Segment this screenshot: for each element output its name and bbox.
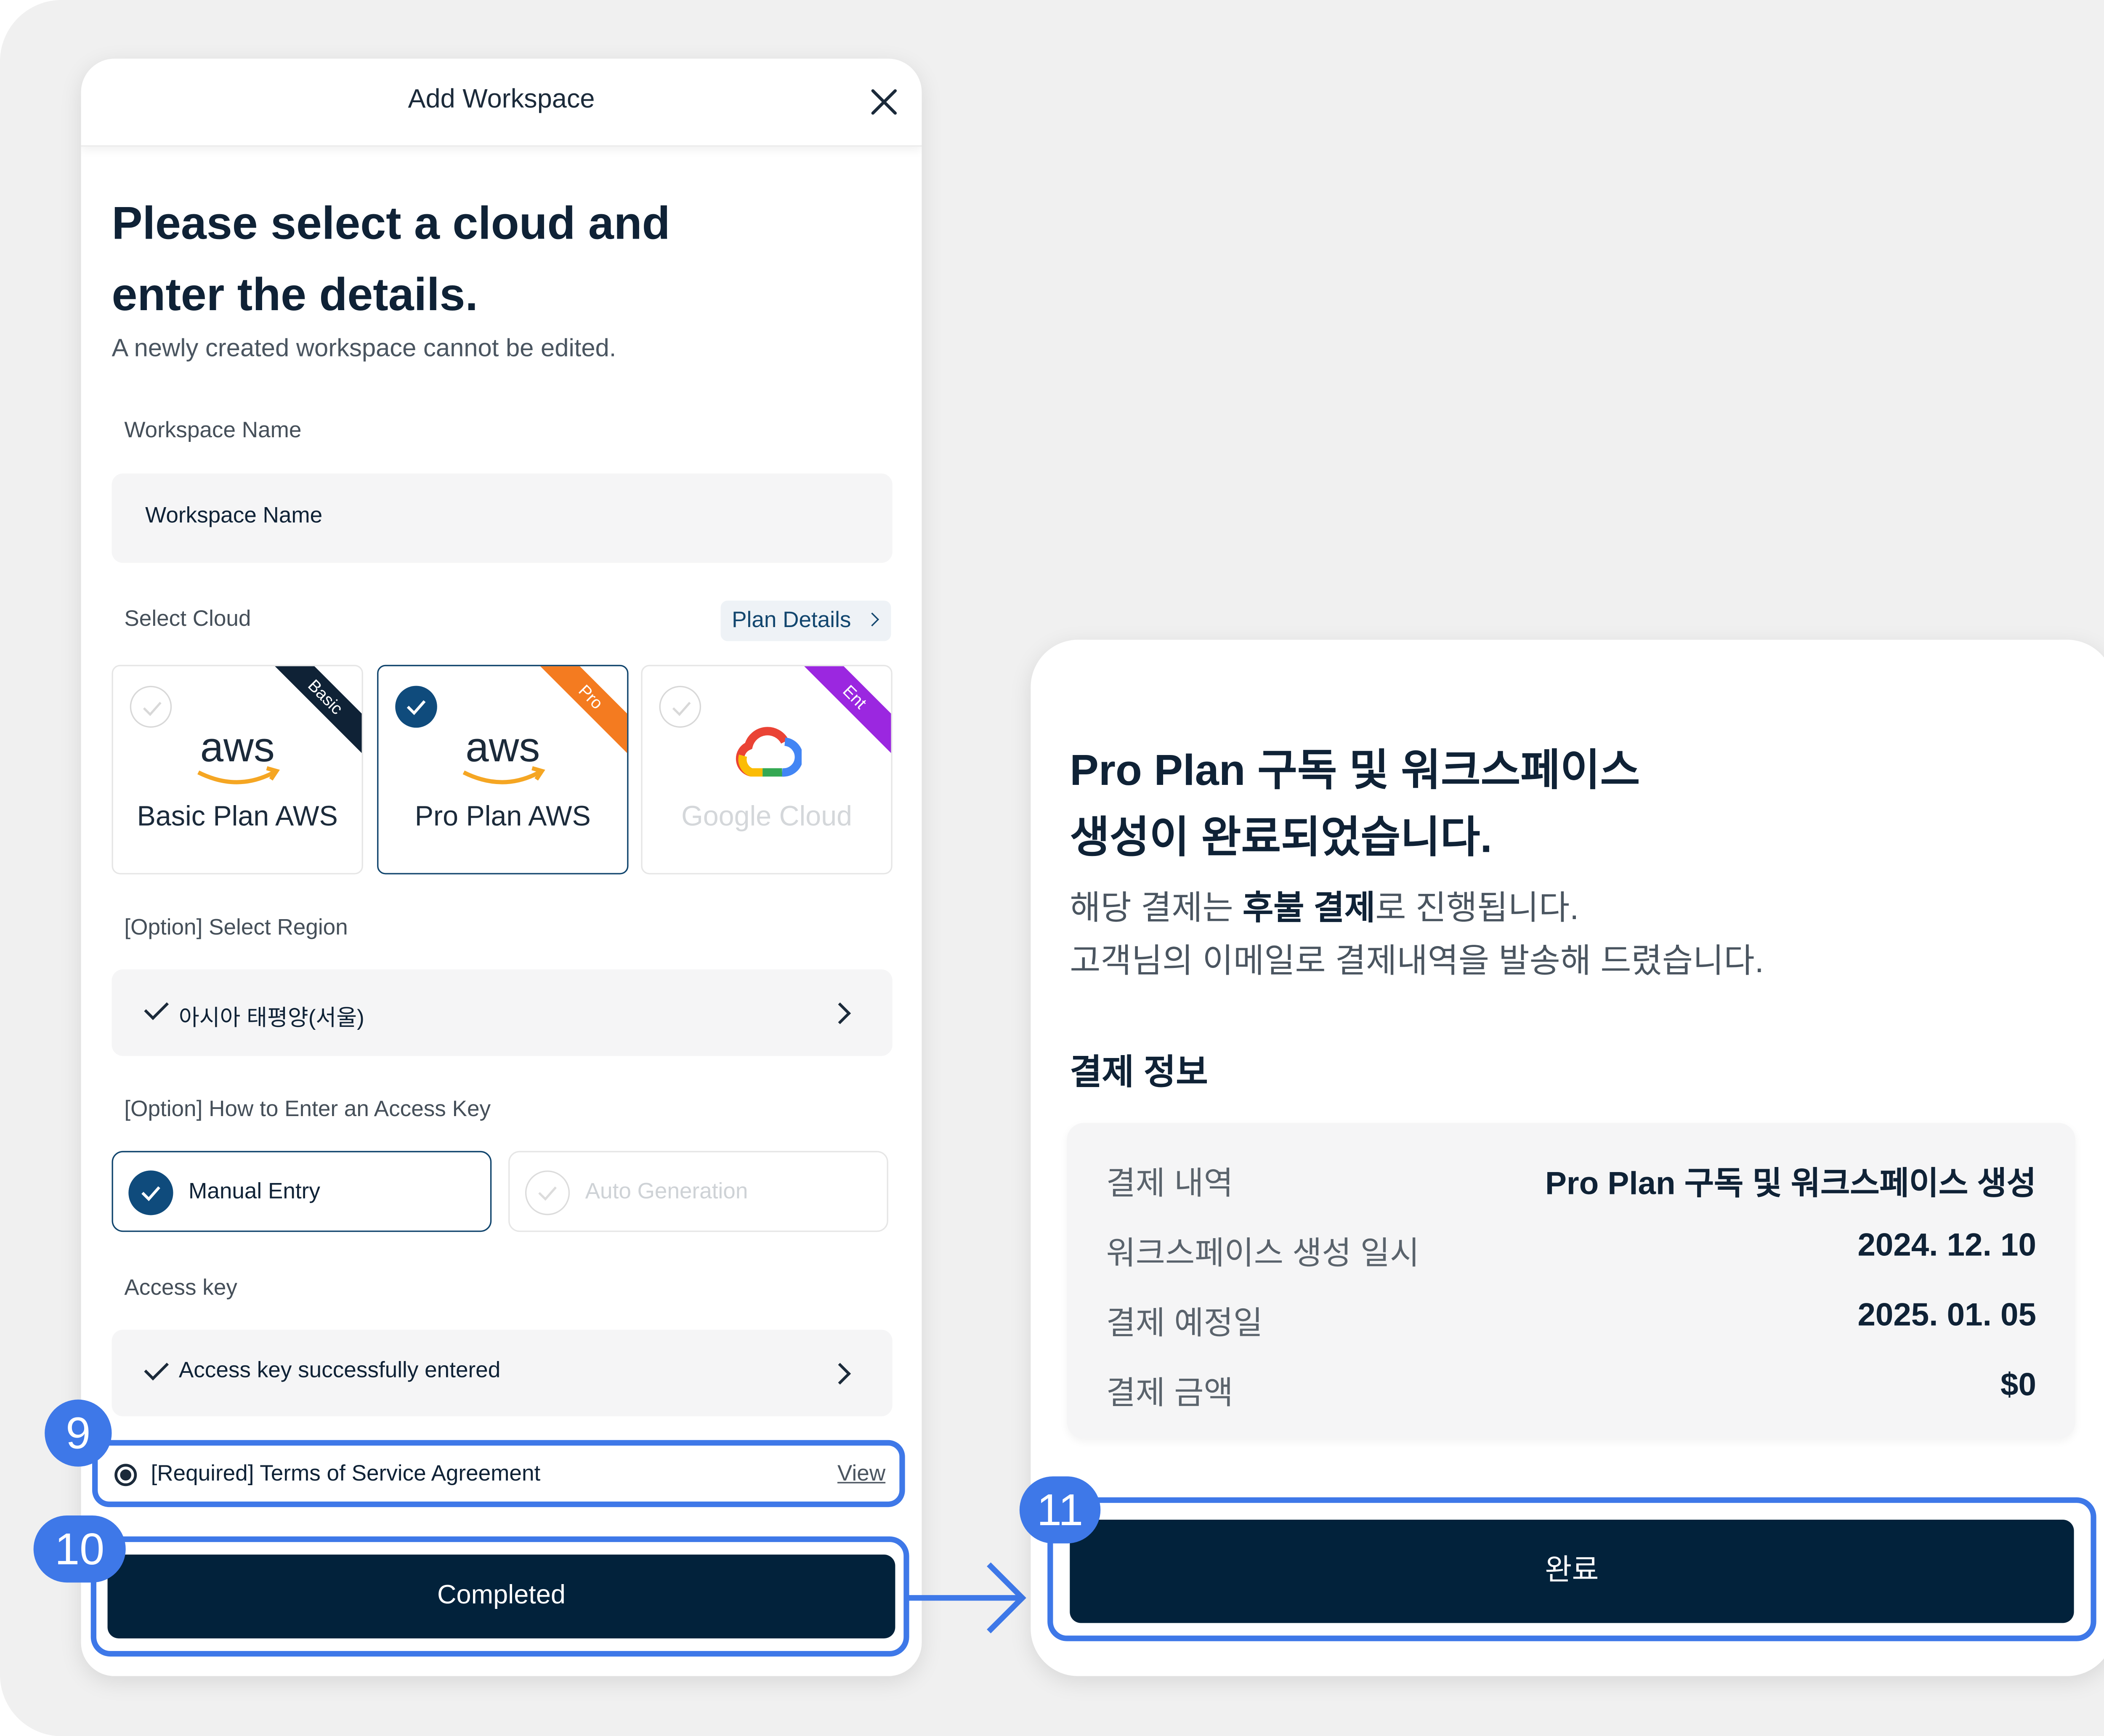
chevron-right-icon [865, 612, 879, 627]
chevron-right-icon [829, 1002, 851, 1024]
completion-title-line2: 생성이 완료되었습니다. [1070, 813, 1493, 862]
cloud-card-basic-aws[interactable]: Basic aws Basic Plan AWS [112, 665, 363, 875]
modal-header: Add Workspace [81, 58, 922, 147]
aws-logo-icon: aws [197, 724, 280, 784]
completion-title-line1: Pro Plan 구독 및 워크스페이스 [1070, 746, 1640, 795]
done-button[interactable]: 완료 [1070, 1519, 2074, 1623]
aws-logo-icon: aws [462, 724, 545, 784]
unchecked-icon [659, 686, 701, 728]
close-icon[interactable] [869, 87, 899, 117]
check-icon [144, 1356, 169, 1381]
cloud-name: Pro Plan AWS [414, 802, 591, 833]
region-value: 아시아 태평양(서울) [178, 1007, 364, 1031]
description-line2: 고객님의 이메일로 결제내역을 발송해 드렸습니다. [1070, 943, 1764, 981]
access-key-value: Access key successfully entered [178, 1359, 501, 1383]
info-label: 결제 금액 [1106, 1374, 1233, 1411]
completion-title: Pro Plan 구독 및 워크스페이스 생성이 완료되었습니다. [1070, 737, 1907, 872]
svg-text:aws: aws [200, 724, 275, 771]
check-icon [144, 995, 169, 1020]
info-value: 2024. 12. 10 [1857, 1226, 2036, 1263]
info-label: 결제 예정일 [1106, 1304, 1263, 1341]
ent-badge: Ent [795, 666, 891, 756]
select-cloud-label: Select Cloud [124, 607, 251, 632]
info-row: 결제 예정일 2025. 01. 05 [1106, 1296, 2036, 1341]
terms-text: [Required] Terms of Service Agreement [151, 1462, 541, 1486]
completed-button[interactable]: Completed [107, 1554, 895, 1639]
checked-icon [128, 1170, 173, 1215]
cloud-card-google-cloud[interactable]: Ent Google Cloud [641, 665, 893, 875]
auto-generation-label: Auto Generation [585, 1180, 748, 1204]
terms-agreement-row[interactable]: [Required] Terms of Service Agreement Vi… [92, 1440, 905, 1507]
chevron-right-icon [829, 1363, 851, 1385]
google-cloud-logo-icon [736, 727, 802, 777]
info-row: 결제 금액 $0 [1106, 1366, 2036, 1411]
plan-details-text: Plan Details [732, 609, 851, 633]
access-method-label: [Option] How to Enter an Access Key [124, 1098, 491, 1122]
info-row: 결제 내역 Pro Plan 구독 및 워크스페이스 생성 [1106, 1156, 2036, 1201]
checked-icon [395, 686, 437, 728]
manual-entry-label: Manual Entry [189, 1180, 320, 1204]
access-key-field[interactable]: Access key successfully entered [112, 1329, 893, 1417]
manual-entry-option[interactable]: Manual Entry [112, 1151, 492, 1232]
region-select[interactable]: 아시아 태평양(서울) [112, 969, 893, 1056]
region-label: [Option] Select Region [124, 916, 348, 940]
cloud-name: Google Cloud [681, 802, 853, 833]
step-badge-9: 9 [45, 1399, 112, 1467]
payment-info-title: 결제 정보 [1070, 1053, 1208, 1093]
plan-details-link[interactable]: Plan Details [720, 601, 891, 641]
deferred-payment-text: 후불 결제 [1242, 890, 1376, 928]
unchecked-icon [525, 1170, 570, 1215]
workspace-name-input[interactable]: Workspace Name [112, 473, 893, 563]
step-badge-10: 10 [33, 1515, 126, 1583]
add-workspace-modal: Add Workspace Please select a cloud and … [81, 58, 922, 1676]
description-line1: 해당 결제는 후불 결제로 진행됩니다. [1070, 890, 1579, 928]
info-label: 결제 내역 [1106, 1164, 1233, 1202]
modal-title: Add Workspace [408, 85, 595, 115]
info-value: $0 [2000, 1366, 2036, 1403]
completion-description: 해당 결제는 후불 결제로 진행됩니다. 고객님의 이메일로 결제내역을 발송해… [1070, 883, 1764, 989]
info-value: 2025. 01. 05 [1857, 1296, 2036, 1333]
arrow-right-icon [908, 1562, 1026, 1634]
info-value: Pro Plan 구독 및 워크스페이스 생성 [1545, 1164, 2036, 1202]
cloud-card-pro-aws[interactable]: Pro aws Pro Plan AWS [377, 665, 629, 875]
step-badge-11: 11 [1019, 1476, 1101, 1544]
workspace-name-value: Workspace Name [145, 504, 323, 528]
payment-info-box: 결제 내역 Pro Plan 구독 및 워크스페이스 생성 워크스페이스 생성 … [1067, 1123, 2075, 1439]
radio-selected-icon[interactable] [114, 1464, 137, 1486]
terms-view-link[interactable]: View [837, 1462, 885, 1488]
page-heading: Please select a cloud and enter the deta… [112, 197, 670, 320]
tutorial-canvas: Add Workspace Please select a cloud and … [0, 0, 2104, 1736]
svg-text:aws: aws [465, 724, 540, 771]
unchecked-icon [130, 686, 172, 728]
access-key-label: Access key [124, 1276, 237, 1300]
page-subtext: A newly created workspace cannot be edit… [112, 334, 616, 362]
auto-generation-option[interactable]: Auto Generation [508, 1151, 888, 1232]
cloud-name: Basic Plan AWS [137, 802, 338, 833]
workspace-name-label: Workspace Name [124, 419, 302, 443]
completion-panel: Pro Plan 구독 및 워크스페이스 생성이 완료되었습니다. 해당 결제는… [1031, 640, 2104, 1676]
info-row: 워크스페이스 생성 일시 2024. 12. 10 [1106, 1226, 2036, 1271]
info-label: 워크스페이스 생성 일시 [1106, 1234, 1420, 1271]
